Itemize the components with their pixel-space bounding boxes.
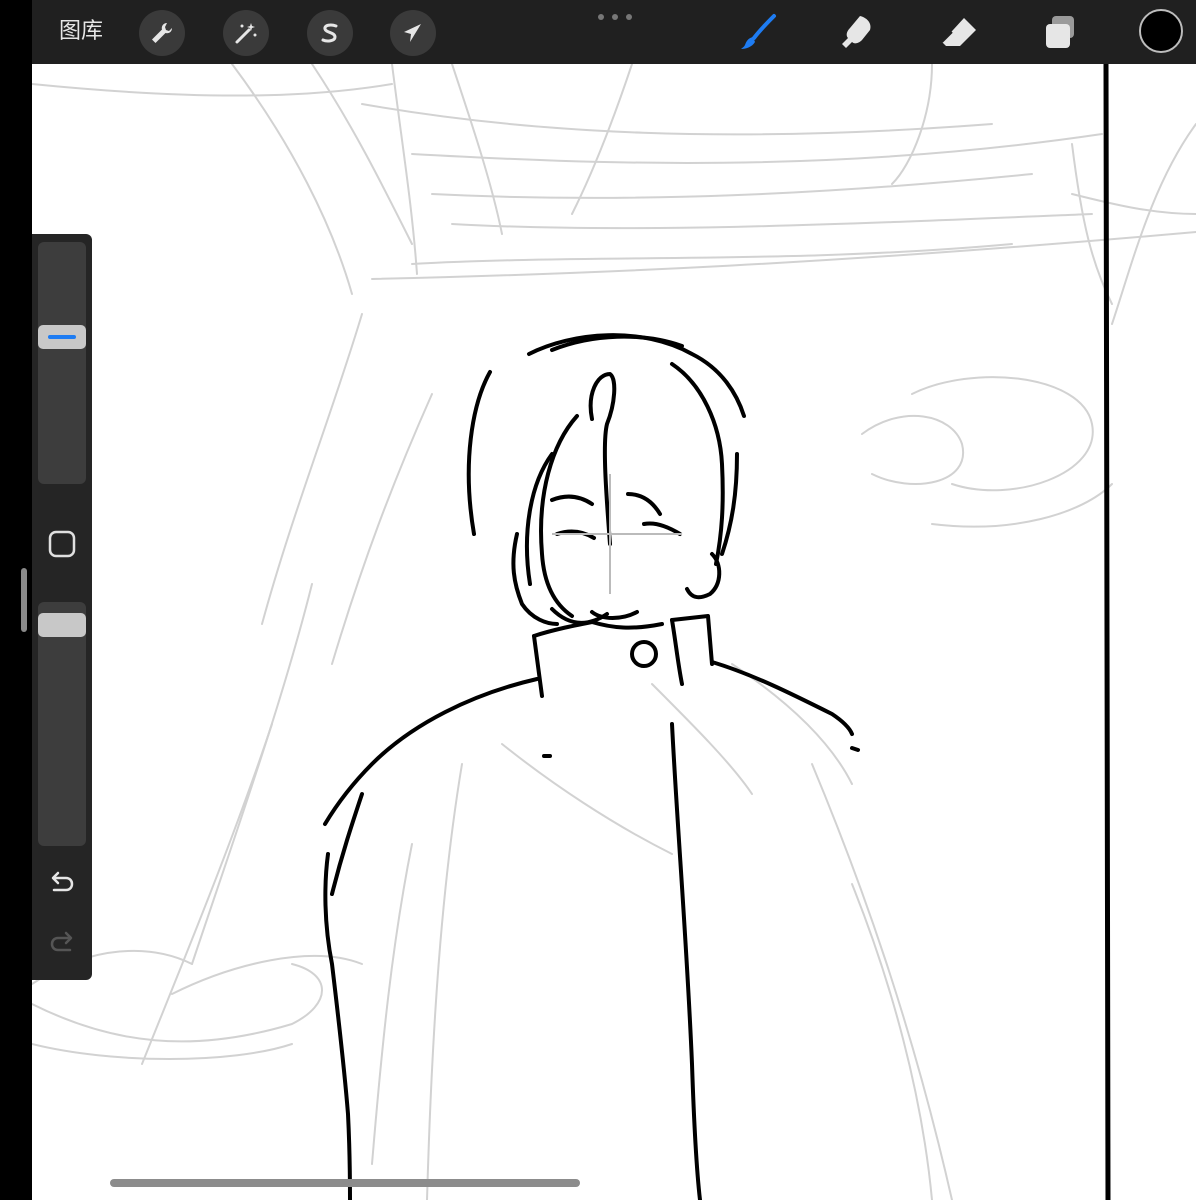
grabber-dot bbox=[598, 14, 604, 20]
grabber-dot bbox=[612, 14, 618, 20]
brush-opacity-thumb[interactable] bbox=[38, 613, 86, 637]
layers-button[interactable] bbox=[1036, 8, 1084, 56]
eraser-button[interactable] bbox=[935, 8, 983, 56]
top-toolbar: 图库 bbox=[32, 0, 1196, 64]
arrow-cursor-icon bbox=[404, 24, 421, 42]
line-art-layer bbox=[323, 64, 1111, 1200]
magic-wand-icon bbox=[235, 23, 257, 44]
layers-icon bbox=[1046, 16, 1074, 48]
rough-sketch-layer bbox=[32, 64, 1196, 1200]
adjustments-button[interactable] bbox=[223, 10, 269, 56]
modify-button[interactable] bbox=[48, 530, 76, 558]
guide-crosshair bbox=[552, 474, 682, 594]
size-indicator bbox=[48, 334, 76, 339]
eraser-icon bbox=[941, 18, 976, 46]
color-swatch-button[interactable] bbox=[1139, 9, 1183, 53]
sidebar-drag-handle[interactable] bbox=[21, 568, 27, 632]
undo-button[interactable] bbox=[44, 864, 80, 900]
selection-s-icon bbox=[321, 23, 338, 43]
redo-button[interactable] bbox=[44, 924, 80, 960]
smudge-icon bbox=[842, 16, 871, 48]
grabber-dot bbox=[626, 14, 632, 20]
wrench-icon bbox=[152, 22, 173, 43]
transform-button[interactable] bbox=[390, 10, 436, 56]
redo-icon bbox=[50, 931, 73, 952]
home-indicator[interactable] bbox=[110, 1179, 580, 1187]
brush-size-thumb[interactable] bbox=[38, 324, 86, 349]
drawing-canvas[interactable] bbox=[32, 64, 1196, 1200]
actions-button[interactable] bbox=[139, 10, 185, 56]
brush-icon bbox=[741, 14, 776, 49]
brush-size-slider[interactable] bbox=[38, 242, 86, 484]
sketch-artwork bbox=[32, 64, 1196, 1200]
brush-sidebar bbox=[32, 234, 92, 980]
toolbar-grabber[interactable] bbox=[598, 13, 632, 21]
selection-button[interactable] bbox=[307, 10, 353, 56]
brush-button[interactable] bbox=[734, 8, 782, 56]
undo-icon bbox=[51, 871, 74, 892]
modify-icon bbox=[48, 530, 76, 558]
smudge-button[interactable] bbox=[834, 8, 882, 56]
gallery-button[interactable]: 图库 bbox=[59, 17, 103, 47]
brush-opacity-slider[interactable] bbox=[38, 602, 86, 846]
